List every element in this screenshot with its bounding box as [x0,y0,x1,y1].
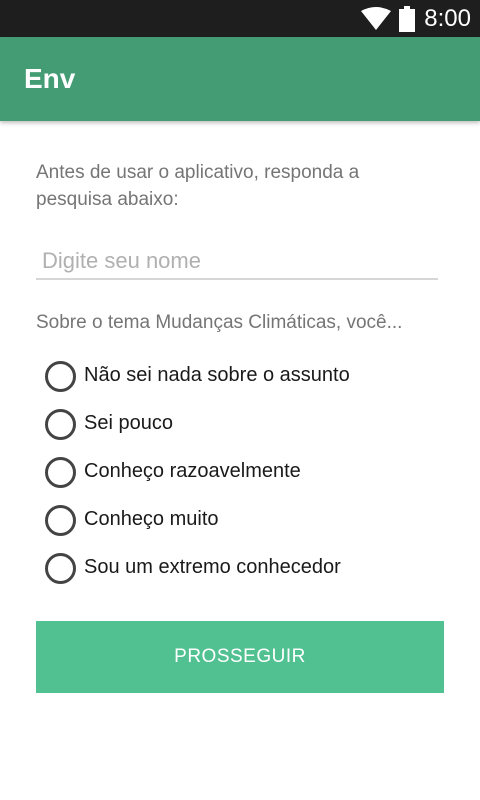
radio-button[interactable] [45,505,76,536]
question-text: Sobre o tema Mudanças Climáticas, você..… [36,312,403,333]
option-no-knowledge[interactable]: Não sei nada sobre o assunto [44,359,444,392]
app-title: Env [24,63,76,94]
option-expert-knowledge[interactable]: Sou um extremo conhecedor [44,551,444,584]
battery-icon [399,6,415,32]
option-little-knowledge[interactable]: Sei pouco [44,407,444,440]
option-much-knowledge[interactable]: Conheço muito [44,503,444,536]
option-label: Conheço muito [84,508,219,530]
option-label: Conheço razoavelmente [84,460,301,482]
app-bar: Env [0,37,480,121]
proceed-button[interactable]: PROSSEGUIR [36,621,444,693]
status-bar: 8:00 [0,0,480,37]
radio-button[interactable] [45,457,76,488]
name-input[interactable] [36,243,438,280]
option-label: Sou um extremo conhecedor [84,556,341,578]
radio-button[interactable] [45,361,76,392]
intro-text: Antes de usar o aplicativo, responda a p… [36,162,360,210]
status-time: 8:00 [424,5,471,32]
option-reasonable-knowledge[interactable]: Conheço razoavelmente [44,455,444,488]
option-label: Não sei nada sobre o assunto [84,364,350,386]
radio-button[interactable] [45,553,76,584]
radio-button[interactable] [45,409,76,440]
wifi-icon [361,7,391,30]
option-label: Sei pouco [84,412,173,434]
